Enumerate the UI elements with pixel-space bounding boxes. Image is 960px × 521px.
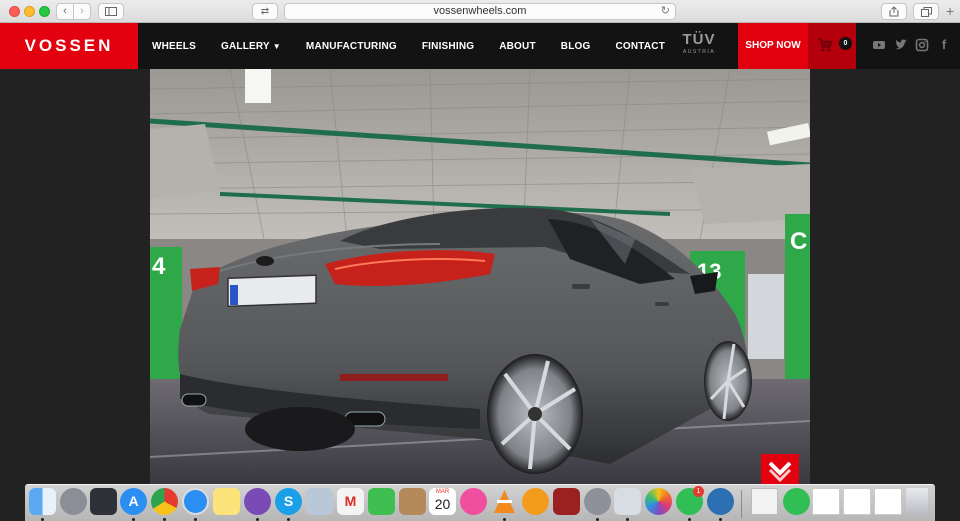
- calendar-icon[interactable]: MAR 20: [429, 488, 456, 515]
- launchpad-icon[interactable]: [60, 488, 87, 515]
- logo-text: VOSSEN: [24, 36, 114, 55]
- pillar-label-right: C: [790, 228, 807, 255]
- contacts-icon[interactable]: [399, 488, 426, 515]
- twitter-icon[interactable]: [894, 38, 908, 52]
- safari-icon[interactable]: [182, 488, 209, 515]
- ceiling-light: [245, 69, 271, 103]
- skype-glyph: S: [283, 493, 294, 509]
- documents-stack-icon[interactable]: [843, 488, 871, 515]
- share-icon: [889, 6, 899, 17]
- nav-gallery[interactable]: GALLERY ▼: [221, 41, 281, 52]
- show-tabs-button[interactable]: [913, 3, 939, 20]
- pillar-label-left: 4: [152, 253, 166, 280]
- app-store-glyph: A: [128, 493, 139, 509]
- tuv-logo-main: TÜV: [682, 31, 716, 48]
- nav-blog[interactable]: BLOG: [561, 41, 591, 52]
- chevron-down-icon: ▼: [272, 41, 281, 51]
- trash-icon[interactable]: [906, 488, 928, 515]
- notification-badge: 1: [693, 486, 704, 497]
- gallery-image[interactable]: 4 13 C: [150, 69, 810, 484]
- youtube-icon[interactable]: [872, 38, 886, 52]
- chevron-v-icon: [768, 461, 792, 483]
- browser-toolbar: ‹ › ⇄ vossenwheels.com ↻ +: [0, 0, 960, 23]
- chrome-apps-stack-icon[interactable]: [874, 488, 902, 515]
- nav-about[interactable]: ABOUT: [499, 41, 536, 52]
- viber-icon[interactable]: [244, 488, 271, 515]
- finder-icon[interactable]: [29, 488, 56, 515]
- calendar-day: 20: [434, 496, 451, 512]
- vossen-logo[interactable]: VOSSEN: [0, 23, 138, 69]
- address-bar[interactable]: vossenwheels.com ↻: [284, 3, 676, 20]
- shop-now-button[interactable]: SHOP NOW: [738, 23, 808, 69]
- image-capture-icon[interactable]: [614, 488, 641, 515]
- document-icon[interactable]: [751, 488, 778, 515]
- itunes-icon[interactable]: [460, 488, 487, 515]
- chrome-icon[interactable]: [151, 488, 178, 515]
- downloads-stack-icon[interactable]: [812, 488, 840, 515]
- back-button[interactable]: ‹: [56, 3, 74, 20]
- facebook-icon[interactable]: f: [937, 38, 951, 52]
- preview-icon[interactable]: [306, 488, 333, 515]
- system-preferences-icon[interactable]: [584, 488, 611, 515]
- plus-icon: +: [946, 3, 955, 19]
- tuv-logo-sub: AUSTRIA: [682, 49, 716, 55]
- photos-icon[interactable]: [645, 488, 672, 515]
- cart-count-badge: 0: [839, 37, 852, 50]
- nav-gallery-label: GALLERY: [220, 40, 270, 52]
- sidebar-icon: [105, 7, 117, 16]
- notes-icon[interactable]: [213, 488, 240, 515]
- vlc-cone: [494, 490, 515, 513]
- minimize-window-button[interactable]: [24, 6, 35, 17]
- ibooks-icon[interactable]: [522, 488, 549, 515]
- vossen-badge[interactable]: [761, 454, 799, 484]
- instagram-icon[interactable]: [915, 38, 929, 52]
- nav-contact[interactable]: CONTACT: [615, 41, 665, 52]
- gmail-icon[interactable]: M: [337, 488, 364, 515]
- vlc-icon[interactable]: [491, 488, 518, 515]
- nav-wheels[interactable]: WHEELS: [152, 41, 196, 52]
- site-header: VOSSEN WHEELS GALLERY ▼ MANUFACTURING FIN…: [0, 23, 960, 69]
- reader-button[interactable]: ⇄: [252, 3, 278, 20]
- calendar-month: MAR: [435, 489, 450, 495]
- new-tab-button[interactable]: +: [946, 4, 960, 20]
- app-store-icon[interactable]: A: [120, 488, 147, 515]
- close-window-button[interactable]: [9, 6, 20, 17]
- reload-icon[interactable]: ↻: [661, 4, 670, 19]
- tuv-austria-logo: TÜV AUSTRIA: [678, 31, 720, 55]
- url-text: vossenwheels.com: [433, 5, 527, 17]
- whatsapp-download-icon[interactable]: [783, 488, 810, 515]
- nav-finishing[interactable]: FINISHING: [422, 41, 474, 52]
- photo-booth-icon[interactable]: [553, 488, 580, 515]
- main-menu: WHEELS GALLERY ▼ MANUFACTURING FINISHING …: [152, 23, 690, 69]
- nav-manufacturing[interactable]: MANUFACTURING: [306, 41, 397, 52]
- forward-button[interactable]: ›: [73, 3, 91, 20]
- share-button[interactable]: [881, 3, 907, 20]
- shopping-cart-icon: [818, 38, 833, 52]
- license-plate: [227, 274, 317, 308]
- sidebar-button[interactable]: [98, 3, 124, 20]
- utility-icon[interactable]: [707, 488, 734, 515]
- macos-dock: A S M MAR 20 1: [25, 484, 935, 521]
- gmail-glyph: M: [344, 493, 357, 509]
- dock-separator: [741, 490, 742, 518]
- zoom-window-button[interactable]: [39, 6, 50, 17]
- chevron-left-icon: ‹: [63, 5, 67, 17]
- tabs-icon: [920, 7, 932, 17]
- facetime-icon[interactable]: [368, 488, 395, 515]
- skype-icon[interactable]: S: [275, 488, 302, 515]
- mission-control-icon[interactable]: [90, 488, 117, 515]
- reader-arrows-icon: ⇄: [260, 6, 270, 17]
- cart-button[interactable]: 0: [808, 23, 856, 69]
- car-photo: 4 13 C: [150, 69, 810, 484]
- chevron-right-icon: ›: [80, 5, 84, 17]
